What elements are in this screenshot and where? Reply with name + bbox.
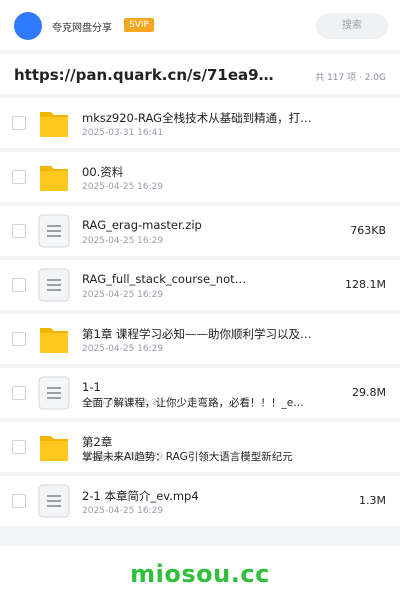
file-row[interactable]: 第1章 课程学习必知——助你顺利学习以及避坑 2025-04-25 16:29 — [0, 314, 400, 364]
site-watermark: miosou.cc — [130, 560, 270, 588]
file-row[interactable]: 第2章 2025-04-25 16:29 掌握未来AI趋势：RAG引领大语言模型… — [0, 422, 400, 472]
top-bar: 夸克网盘分享 SVIP 搜索 — [0, 0, 400, 50]
row-checkbox[interactable] — [12, 278, 26, 292]
document-icon — [38, 484, 70, 518]
document-icon — [38, 214, 70, 248]
svip-badge: SVIP — [124, 18, 154, 32]
file-date: 2025-04-25 16:29 — [82, 182, 164, 192]
file-name-continued: 全面了解课程，让你少走弯路，必看！！！_e… — [82, 397, 304, 409]
document-icon — [38, 376, 70, 410]
file-row[interactable]: RAG_full_stack_course_not… 2025-04-25 16… — [0, 260, 400, 310]
file-date: 2025-04-25 16:29 — [82, 290, 164, 300]
app-name: 夸克网盘分享 — [52, 23, 112, 34]
share-summary: 共 117 项 · 2.0G — [315, 73, 386, 83]
file-row[interactable]: 2-1 本章简介_ev.mp4 2025-04-25 16:29 1.3M — [0, 476, 400, 526]
file-size: 763KB — [350, 224, 386, 237]
avatar[interactable] — [14, 12, 42, 40]
row-checkbox[interactable] — [12, 332, 26, 346]
file-name: mksz920-RAG全栈技术从基础到精通，打造… — [82, 111, 312, 125]
file-row[interactable]: RAG_erag-master.zip 2025-04-25 16:29 763… — [0, 206, 400, 256]
file-name-continued: 掌握未来AI趋势：RAG引领大语言模型新纪元 — [82, 451, 293, 463]
row-checkbox[interactable] — [12, 224, 26, 238]
file-name: RAG_full_stack_course_not… — [82, 272, 247, 286]
file-date: 2025-03-31 16:41 — [82, 128, 164, 138]
file-size: 1.3M — [359, 494, 386, 507]
row-checkbox[interactable] — [12, 386, 26, 400]
file-date: 2025-04-25 16:29 — [82, 506, 164, 516]
file-date: 2025-04-25 16:29 — [82, 344, 164, 354]
row-checkbox[interactable] — [12, 494, 26, 508]
file-name: 00.资料 — [82, 165, 124, 179]
file-name: 1-1 — [82, 380, 101, 394]
folder-icon — [40, 328, 68, 353]
folder-icon — [40, 112, 68, 137]
row-checkbox[interactable] — [12, 170, 26, 184]
file-name: 第1章 课程学习必知——助你顺利学习以及避坑 — [82, 327, 322, 341]
row-checkbox[interactable] — [12, 116, 26, 130]
file-row[interactable]: 00.资料 2025-04-25 16:29 — [0, 152, 400, 202]
share-url[interactable]: https://pan.quark.cn/s/71ea9e72… — [14, 66, 276, 84]
document-icon — [38, 268, 70, 302]
row-checkbox[interactable] — [12, 440, 26, 454]
file-row[interactable]: 1-1 2025-04-25 16:29 全面了解课程，让你少走弯路，必看！！！… — [0, 368, 400, 418]
file-size: 128.1M — [345, 278, 386, 291]
file-name: 2-1 本章简介_ev.mp4 — [82, 489, 199, 503]
search-button[interactable]: 搜索 — [316, 13, 388, 39]
file-date: 2025-04-25 16:29 — [82, 236, 164, 246]
file-name: 第2章 — [82, 435, 113, 449]
share-header: https://pan.quark.cn/s/71ea9e72… 共 117 项… — [0, 54, 400, 94]
file-name: RAG_erag-master.zip — [82, 218, 202, 232]
file-row[interactable]: mksz920-RAG全栈技术从基础到精通，打造… 2025-03-31 16:… — [0, 98, 400, 148]
footer: miosou.cc — [0, 546, 400, 600]
file-size: 29.8M — [352, 386, 386, 399]
folder-icon — [40, 166, 68, 191]
folder-icon — [40, 436, 68, 461]
